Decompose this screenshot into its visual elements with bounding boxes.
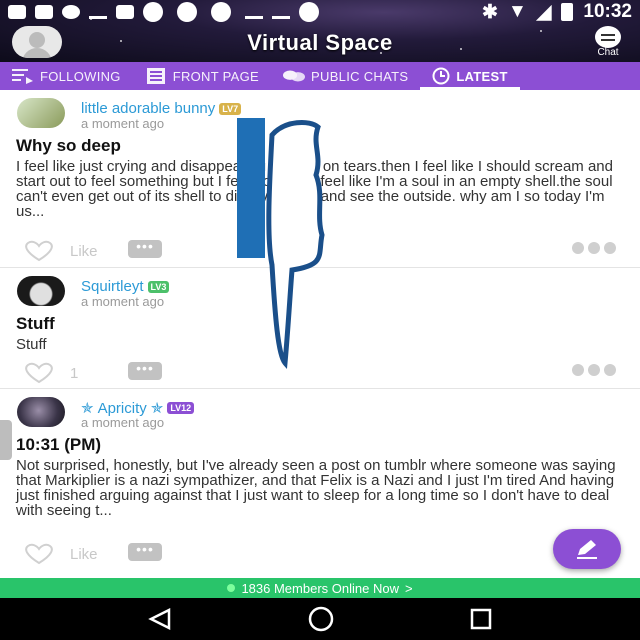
wifi-icon: ▼	[507, 1, 527, 22]
bluetooth-icon: ✱	[482, 1, 498, 23]
pencil-icon	[577, 540, 597, 559]
author-name[interactable]: Squirtleyt LV3	[81, 278, 170, 295]
community-title: Virtual Space	[247, 30, 393, 55]
post-body[interactable]: Not surprised, honestly, but I've alread…	[0, 458, 640, 518]
post-title[interactable]: Why so deep	[0, 136, 640, 156]
author-name[interactable]: little adorable bunny LV7	[81, 100, 242, 117]
author-name-text: little adorable bunny	[81, 100, 216, 117]
heart-icon	[25, 240, 53, 262]
chat-icon	[595, 26, 621, 48]
like-label: Like	[70, 242, 98, 260]
post-body[interactable]: I feel like just crying and disappearing…	[0, 159, 640, 219]
tab-label: FOLLOWING	[40, 68, 121, 84]
post-timestamp: a moment ago	[81, 116, 165, 131]
home-icon[interactable]	[307, 605, 335, 633]
comment-icon[interactable]	[128, 541, 162, 561]
members-online-bar[interactable]: 1836 Members Online Now >	[0, 578, 640, 598]
author-avatar[interactable]	[17, 397, 65, 427]
notification-circle-icon	[211, 2, 231, 22]
heart-icon	[25, 362, 53, 384]
bird-icon	[89, 5, 107, 19]
tab-latest[interactable]: LATEST	[420, 62, 520, 90]
notification-circle-icon	[177, 2, 197, 22]
chat-button[interactable]: Chat	[588, 26, 628, 60]
like-button[interactable]: Like	[22, 240, 98, 262]
clock-time: 10:32	[583, 1, 632, 22]
following-icon	[12, 69, 33, 84]
tab-label: PUBLIC CHATS	[311, 68, 409, 84]
like-button[interactable]: 1	[22, 362, 78, 384]
bird-icon	[272, 5, 290, 19]
post-card[interactable]: little adorable bunny LV7 a moment ago W…	[0, 90, 640, 268]
compose-post-button[interactable]	[553, 529, 621, 569]
author-avatar[interactable]	[17, 98, 65, 128]
like-button[interactable]: Like	[22, 543, 98, 565]
tab-label: FRONT PAGE	[172, 68, 260, 84]
post-title[interactable]: 10:31 (PM)	[0, 435, 640, 455]
post-feed[interactable]: little adorable bunny LV7 a moment ago W…	[0, 90, 640, 578]
tab-bar: FOLLOWING FRONT PAGE PUBLIC CHATS LATEST	[0, 62, 640, 90]
post-card[interactable]: ✯ Apricity ✯ LV12 a moment ago 10:31 (PM…	[0, 389, 640, 578]
members-online-text: 1836 Members Online Now	[241, 580, 399, 596]
post-timestamp: a moment ago	[81, 294, 165, 309]
facebook-icon	[35, 5, 53, 19]
public-chats-icon	[283, 70, 306, 82]
heart-icon	[25, 543, 53, 565]
notification-circle-icon	[143, 2, 163, 22]
chat-label: Chat	[597, 47, 619, 58]
signal-icon: ◢	[536, 1, 552, 23]
tab-following[interactable]: FOLLOWING	[0, 62, 133, 90]
online-dot-icon	[227, 584, 236, 592]
status-bar: ✱ ▼ ◢ 10:32	[0, 0, 640, 24]
post-card[interactable]: Squirtleyt LV3 a moment ago Stuff Stuff …	[0, 268, 640, 389]
comment-icon[interactable]	[128, 238, 162, 258]
front-page-icon	[146, 68, 165, 84]
author-avatar[interactable]	[17, 276, 65, 306]
comment-icon[interactable]	[128, 360, 162, 380]
author-name-text: Squirtleyt	[81, 278, 144, 295]
post-timestamp: a moment ago	[81, 415, 165, 430]
post-title[interactable]: Stuff	[0, 314, 640, 334]
more-options-icon[interactable]	[572, 364, 616, 376]
back-icon[interactable]	[147, 608, 173, 630]
tab-front-page[interactable]: FRONT PAGE	[133, 62, 271, 90]
facebook-icon	[116, 5, 134, 19]
side-drawer-handle[interactable]	[0, 420, 12, 460]
level-badge: LV12	[167, 402, 195, 414]
app-header: ✱ ▼ ◢ 10:32 Virtual Space Chat	[0, 0, 640, 62]
android-nav-bar	[0, 598, 640, 640]
author-name-text: Apricity	[97, 399, 147, 417]
like-count: 1	[70, 364, 79, 382]
bird-icon	[245, 5, 263, 19]
notification-circle-icon	[299, 2, 319, 22]
chevron-right-icon: >	[404, 580, 413, 596]
battery-icon	[561, 3, 574, 21]
level-badge: LV3	[147, 280, 170, 293]
recents-icon[interactable]	[469, 607, 493, 631]
level-badge: LV7	[219, 102, 242, 115]
notification-icon	[8, 5, 26, 19]
tab-public-chats[interactable]: PUBLIC CHATS	[271, 62, 420, 90]
app-icon	[62, 5, 80, 19]
clock-icon	[432, 67, 450, 85]
more-options-icon[interactable]	[572, 242, 616, 254]
like-label: Like	[70, 545, 98, 563]
tab-label: LATEST	[456, 68, 508, 84]
